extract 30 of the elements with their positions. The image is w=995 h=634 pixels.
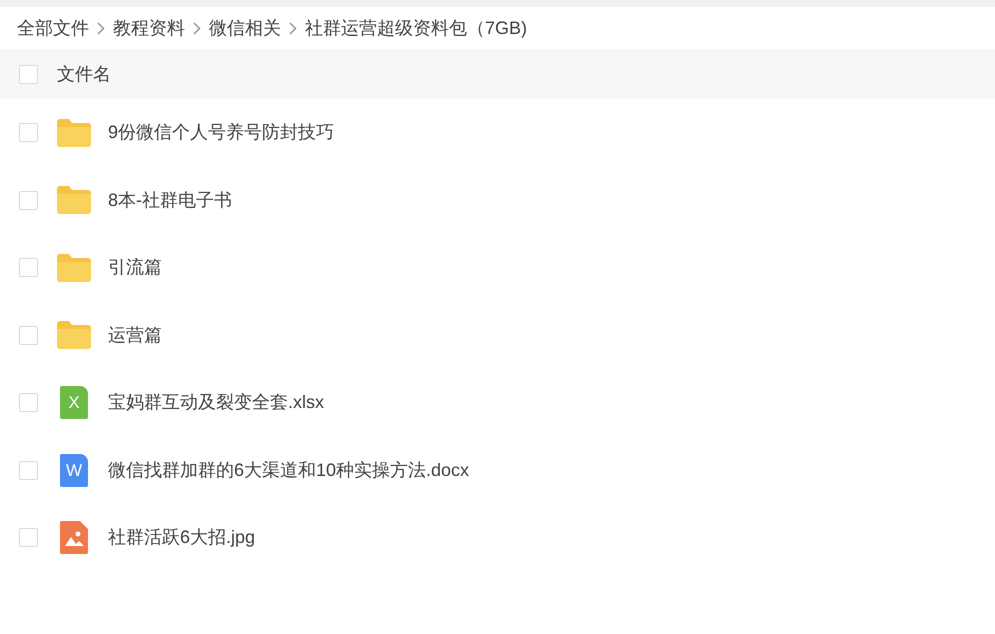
file-name[interactable]: 运营篇 [108,322,162,349]
breadcrumb-link[interactable]: 社群运营超级资料包（7GB) [305,14,528,42]
checkbox[interactable] [19,326,38,345]
file-name[interactable]: 宝妈群互动及裂变全套.xlsx [108,389,324,416]
file-name[interactable]: 微信找群加群的6大渠道和10种实操方法.docx [108,456,470,484]
spreadsheet-icon: X [60,386,88,420]
document-icon: W [60,454,88,487]
checkbox[interactable] [19,460,38,480]
chevron-right-icon [97,22,105,34]
chevron-right-icon [193,22,201,34]
checkbox[interactable] [19,123,38,142]
file-name[interactable]: 8本-社群电子书 [108,186,232,214]
folder-icon [57,254,91,282]
checkbox[interactable] [19,528,38,548]
file-name[interactable]: 社群活跃6大招.jpg [108,524,256,552]
folder-icon [57,186,91,214]
checkbox[interactable] [19,64,38,84]
file-name[interactable]: 9份微信个人号养号防封技巧 [108,119,334,146]
folder-icon [57,118,91,147]
breadcrumb-link[interactable]: 全部文件 [17,14,89,42]
file-name[interactable]: 引流篇 [108,254,162,282]
breadcrumb-link[interactable]: 教程资料 [113,14,185,42]
folder-icon [57,321,91,350]
breadcrumb-link[interactable]: 微信相关 [209,14,281,42]
checkbox[interactable] [19,393,38,412]
checkbox[interactable] [19,258,38,278]
image-file-icon [60,521,88,554]
checkbox[interactable] [19,190,38,210]
chevron-right-icon [289,22,297,34]
column-header[interactable]: 文件名 [57,60,111,88]
